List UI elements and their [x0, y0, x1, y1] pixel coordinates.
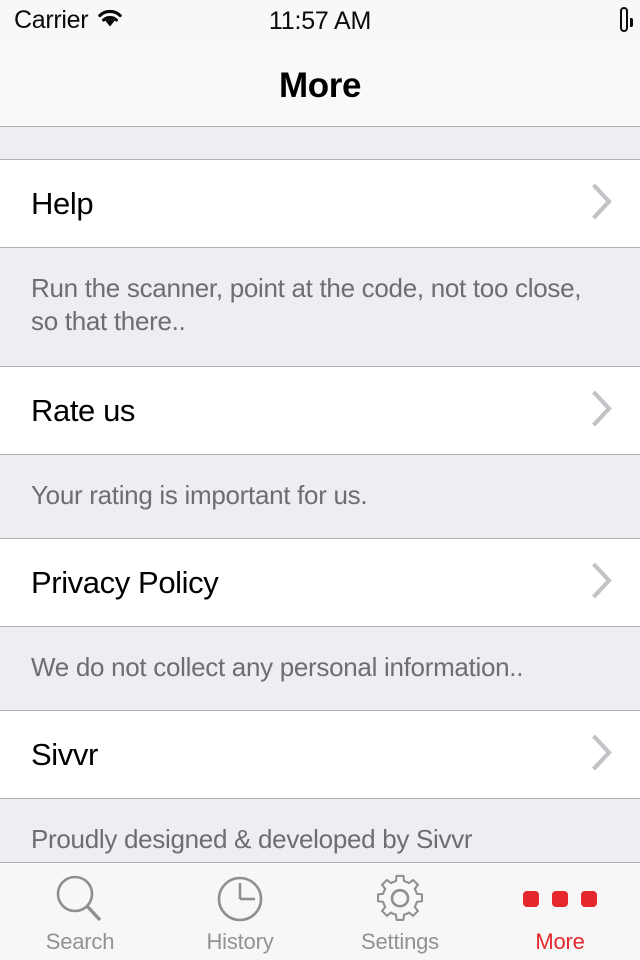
- tab-label: History: [206, 928, 274, 954]
- list-item-privacy-policy[interactable]: Privacy Policy: [0, 539, 640, 627]
- list-item-label: Rate us: [31, 392, 136, 428]
- tab-settings[interactable]: Settings: [320, 863, 480, 960]
- dot-1: [523, 890, 539, 907]
- list-item-help[interactable]: Help: [0, 160, 640, 248]
- gear-icon: [372, 873, 428, 925]
- clock-icon: [212, 873, 268, 925]
- tab-label: Settings: [361, 928, 439, 954]
- list-section-footer-text: Proudly designed & developed by Sivvr: [31, 824, 473, 854]
- chevron-right-icon: [592, 733, 614, 776]
- status-bar: Carrier 11:57 AM: [0, 0, 640, 40]
- battery-icon: [620, 7, 633, 32]
- three-dots-icon: [523, 873, 597, 925]
- page-title: More: [278, 66, 362, 105]
- status-bar-right: [620, 0, 633, 40]
- list-item-label: Help: [31, 185, 94, 221]
- list-section-footer-text: Run the scanner, point at the code, not …: [31, 273, 582, 336]
- tab-more[interactable]: More: [480, 863, 640, 960]
- chevron-right-icon: [592, 182, 614, 225]
- list-item-sivvr[interactable]: Sivvr: [0, 711, 640, 799]
- list-section-footer-text: We do not collect any personal informati…: [31, 652, 524, 682]
- tab-label: Search: [45, 928, 115, 954]
- tab-history[interactable]: History: [160, 863, 320, 960]
- tab-search[interactable]: Search: [0, 863, 160, 960]
- list-section-footer: We do not collect any personal informati…: [0, 627, 640, 711]
- app-screen: About This application uses the camera o…: [0, 0, 640, 960]
- list-top-spacer: [0, 127, 640, 160]
- dot-2: [552, 890, 568, 907]
- list-section-footer: Your rating is important for us.: [0, 455, 640, 539]
- list-section-footer-text: Your rating is important for us.: [31, 480, 368, 510]
- dot-3: [581, 890, 597, 907]
- settings-list[interactable]: Help Run the scanner, point at the code,…: [0, 127, 640, 862]
- chevron-right-icon: [592, 389, 614, 432]
- magnifier-icon: [52, 873, 108, 925]
- tab-label: More: [535, 928, 585, 954]
- list-section-footer: Run the scanner, point at the code, not …: [0, 248, 640, 367]
- list-item-label: Sivvr: [31, 736, 98, 772]
- list-item-label: Privacy Policy: [31, 564, 219, 600]
- chevron-right-icon: [592, 561, 614, 604]
- list-item-rate-us[interactable]: Rate us: [0, 367, 640, 455]
- list-section-footer: Proudly designed & developed by Sivvr: [0, 799, 640, 862]
- status-bar-clock: 11:57 AM: [268, 7, 372, 35]
- tab-bar: Search History Settings More: [0, 862, 640, 960]
